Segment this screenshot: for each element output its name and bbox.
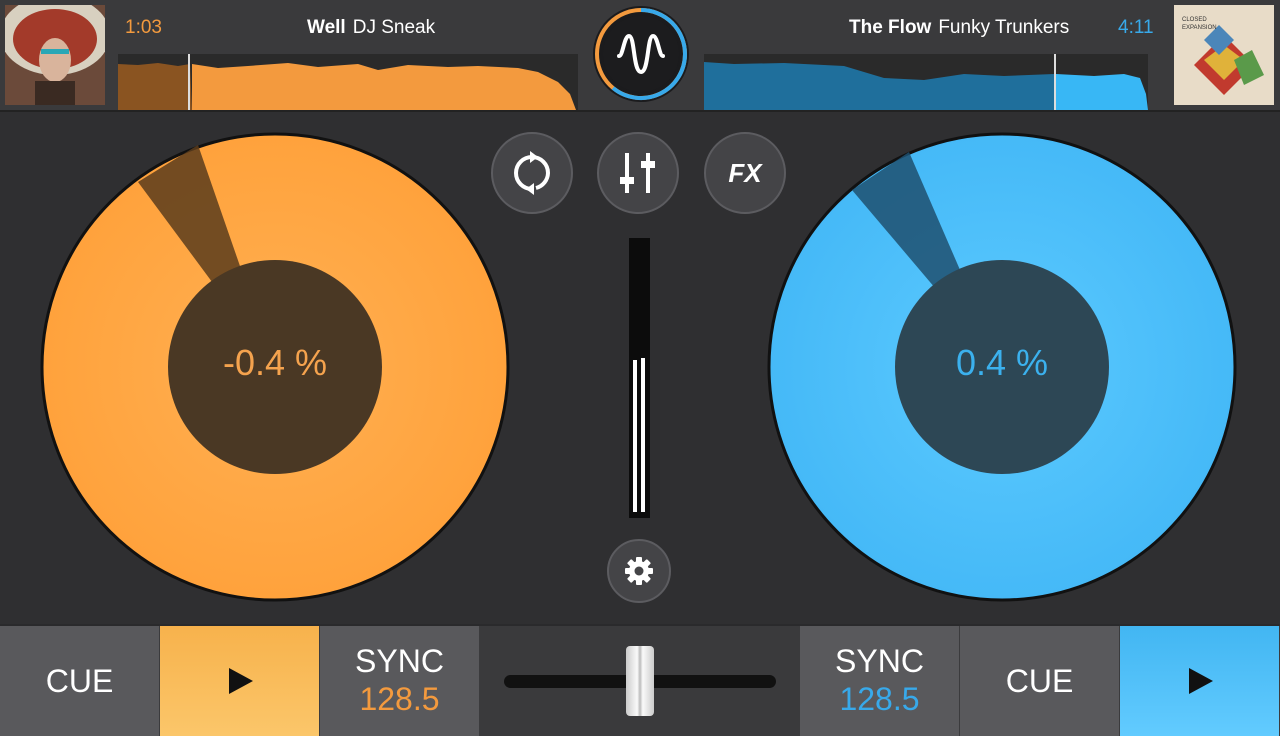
top-bar: 1:03 Well DJ Sneak The Flow Funky Trunkers… (0, 0, 1280, 112)
left-sync-button[interactable]: SYNC 128.5 (320, 626, 480, 736)
right-cue-button[interactable]: CUE (960, 626, 1120, 736)
right-sync-button[interactable]: SYNC 128.5 (800, 626, 960, 736)
left-track-artist: DJ Sneak (352, 17, 436, 38)
left-waveform[interactable] (118, 54, 578, 110)
right-album-cover[interactable]: CLOSED EXPANSION (1174, 5, 1274, 105)
right-cue-label: CUE (1005, 662, 1074, 699)
right-track-info: The Flow Funky Trunkers (849, 17, 1069, 39)
left-track-info: Well DJ Sneak (307, 17, 435, 39)
loop-button[interactable] (491, 132, 573, 214)
gear-icon (625, 557, 653, 585)
fx-label: FX (728, 157, 762, 188)
cover-text-line1: CLOSED (1182, 17, 1207, 23)
left-cue-button[interactable]: CUE (0, 626, 160, 736)
level-meter (629, 238, 650, 518)
level-meter-right-bar (641, 358, 645, 512)
play-icon (1188, 668, 1213, 694)
left-track-title: Well (307, 17, 346, 38)
left-sync-label: SYNC (355, 643, 444, 679)
right-track-artist: Funky Trunkers (938, 17, 1070, 38)
left-album-cover[interactable] (5, 5, 105, 105)
right-waveform[interactable] (704, 54, 1148, 110)
mixer-button[interactable] (597, 132, 679, 214)
right-play-button[interactable] (1120, 626, 1280, 736)
right-pitch-value: 0.4 % (955, 342, 1049, 383)
mixer-icon (620, 153, 655, 193)
fx-button[interactable]: FX (704, 132, 786, 214)
play-icon (228, 668, 253, 694)
transport-bar: CUE SYNC 128.5 SYNC 128.5 CUE (0, 624, 1280, 736)
right-sync-label: SYNC (835, 643, 924, 679)
left-cue-label: CUE (45, 662, 114, 699)
left-bpm: 128.5 (359, 681, 440, 717)
left-play-button[interactable] (160, 626, 320, 736)
level-meter-left-bar (633, 360, 637, 512)
crossfader-handle[interactable] (626, 646, 654, 716)
settings-button[interactable] (607, 539, 671, 603)
right-bpm: 128.5 (839, 681, 920, 717)
app-logo-icon[interactable] (593, 6, 689, 102)
cover-text-line2: EXPANSION (1182, 25, 1217, 31)
crossfader[interactable] (480, 626, 800, 736)
right-remaining-time: 4:11 (1118, 17, 1154, 38)
left-pitch-value: -0.4 % (222, 342, 328, 383)
left-elapsed-time: 1:03 (125, 17, 162, 38)
loop-icon (514, 151, 550, 195)
right-track-title: The Flow (849, 17, 932, 38)
